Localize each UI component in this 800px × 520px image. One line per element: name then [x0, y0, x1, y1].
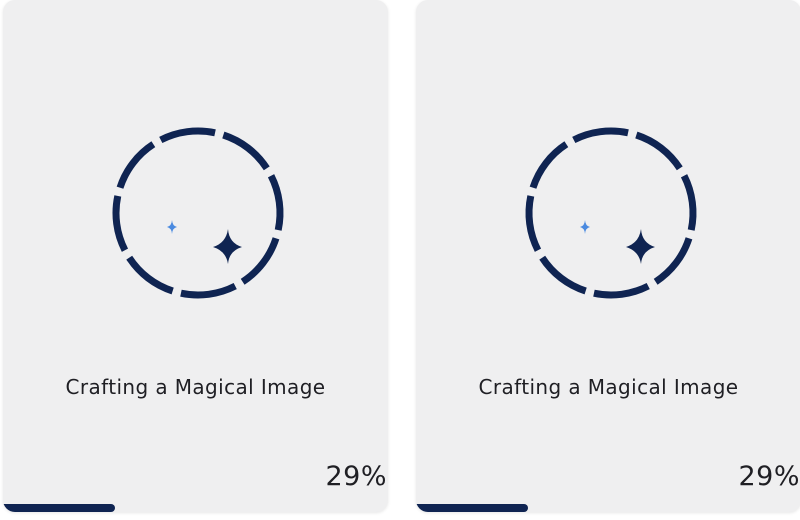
large-sparkle-icon: [626, 229, 655, 264]
loader-ring: [525, 127, 697, 299]
status-caption: Crafting a Magical Image: [65, 375, 326, 399]
loader-ring-segment: [635, 131, 683, 171]
loader-ring-segment: [593, 282, 650, 299]
sparkle-loader-icon: [112, 127, 284, 299]
generation-card: Crafting a Magical Image 29%: [3, 0, 388, 512]
sparkle-loader-icon: [525, 127, 697, 299]
large-sparkle-icon: [213, 229, 242, 264]
progress-fill: [3, 504, 115, 512]
loader-ring-segment: [680, 174, 697, 231]
loader-ring-segment: [126, 255, 174, 295]
generation-card: Crafting a Magical Image 29%: [416, 0, 800, 512]
loader-ring-segment: [539, 255, 587, 295]
loader-ring-segment: [653, 237, 693, 285]
loader-ring-segment: [572, 127, 629, 144]
loader-ring-segment: [159, 127, 216, 144]
loader-ring-segment: [529, 141, 569, 189]
loader-ring: [112, 127, 284, 299]
small-sparkle-icon: [167, 220, 177, 234]
progress-track: [3, 504, 388, 512]
progress-percent: 29%: [325, 461, 387, 492]
loader-ring-segment: [525, 195, 542, 252]
status-caption: Crafting a Magical Image: [478, 375, 739, 399]
progress-track: [416, 504, 800, 512]
loader-ring-segment: [116, 141, 156, 189]
loading-cards-stage: Crafting a Magical Image 29% Crafting a …: [0, 0, 800, 520]
progress-fill: [416, 504, 528, 512]
loader-ring-segment: [180, 282, 237, 299]
loader-ring-segment: [240, 237, 280, 285]
loader-ring-segment: [112, 195, 129, 252]
loader-ring-segment: [267, 174, 284, 231]
small-sparkle-icon: [580, 220, 590, 234]
loader-ring-segment: [222, 131, 270, 171]
progress-percent: 29%: [738, 461, 800, 492]
